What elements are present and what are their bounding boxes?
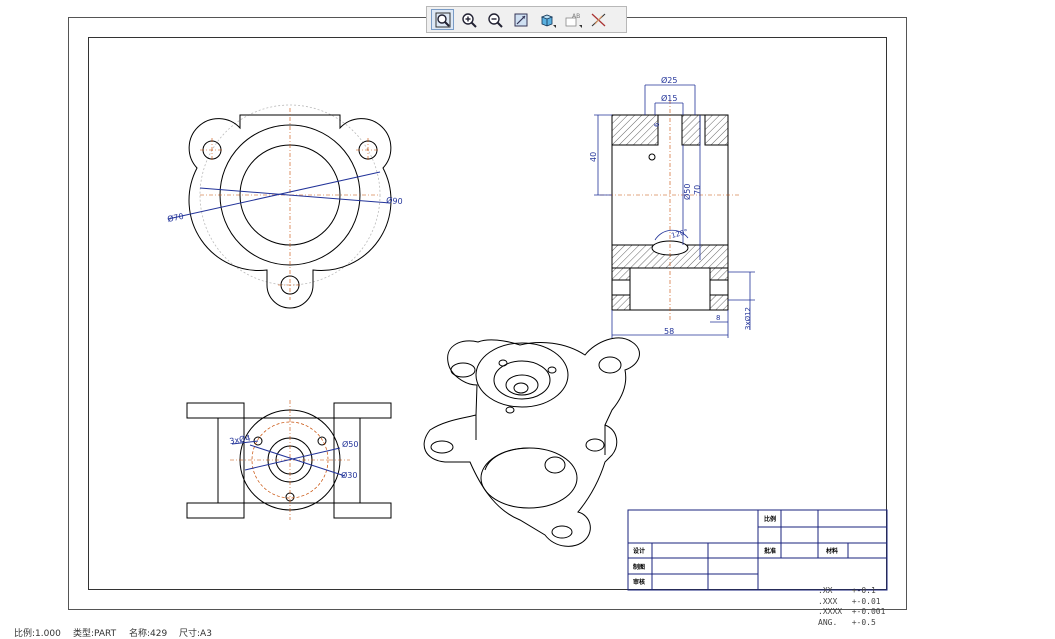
tolerance-row: .XXXX +-0.001	[818, 607, 886, 616]
status-bar: 比例:1.000 类型:PART 名称:429 尺寸:A3	[0, 624, 1055, 639]
dim-h40: 40	[589, 152, 598, 162]
tolerance-row: .XXX +-0.01	[818, 596, 881, 606]
section-view: Ø25 Ø15 6 40 Ø50 70 120° 58 8 3xØ12	[589, 75, 755, 338]
status-scale: 比例:1.000	[14, 629, 61, 639]
title-block	[627, 509, 888, 591]
tb-design-label: 设计	[633, 547, 645, 555]
dim-d15: Ø15	[661, 93, 677, 103]
top-view: Ø70 Ø90	[166, 104, 403, 309]
status-type: 类型:PART	[73, 629, 117, 639]
dim-3xd12: 3xØ12	[744, 307, 752, 330]
dim-angle120: 120°	[670, 228, 688, 240]
status-name: 名称:429	[129, 629, 168, 639]
dim-3xd4: 3xØ4	[229, 432, 252, 446]
status-size: 尺寸:A3	[179, 629, 212, 639]
tb-scale-label: 比例	[764, 515, 776, 523]
tolerance-table: .XX +-0.1 .XXX +-0.01 .XXXX +-0.001 ANG.…	[818, 586, 885, 628]
tolerance-row: .XX +-0.1	[818, 586, 876, 595]
dim-d50-front: Ø50	[342, 439, 358, 449]
front-view: 3xØ4 Ø50 Ø30	[186, 400, 392, 520]
technical-drawing: Ø70 Ø90 Ø25 Ø15 6 40 Ø50 70 120° 58 8 3x…	[166, 75, 888, 591]
tb-material-label: 材料	[825, 547, 838, 555]
dim-d70-top: Ø70	[166, 211, 184, 224]
dim-d25: Ø25	[661, 75, 677, 85]
dim-w8: 8	[716, 314, 720, 322]
dim-w58: 58	[664, 327, 674, 336]
tb-approve-label: 批准	[764, 547, 776, 555]
dim-h6: 6	[653, 122, 661, 127]
dim-d30-front: Ø30	[341, 470, 357, 480]
isometric-view	[423, 337, 640, 547]
tb-draw-label: 制图	[633, 563, 645, 571]
dim-h70: 70	[693, 185, 702, 195]
dim-d50: Ø50	[682, 184, 692, 200]
tb-check-label: 审核	[633, 578, 645, 586]
dim-d90-top: Ø90	[386, 195, 403, 206]
